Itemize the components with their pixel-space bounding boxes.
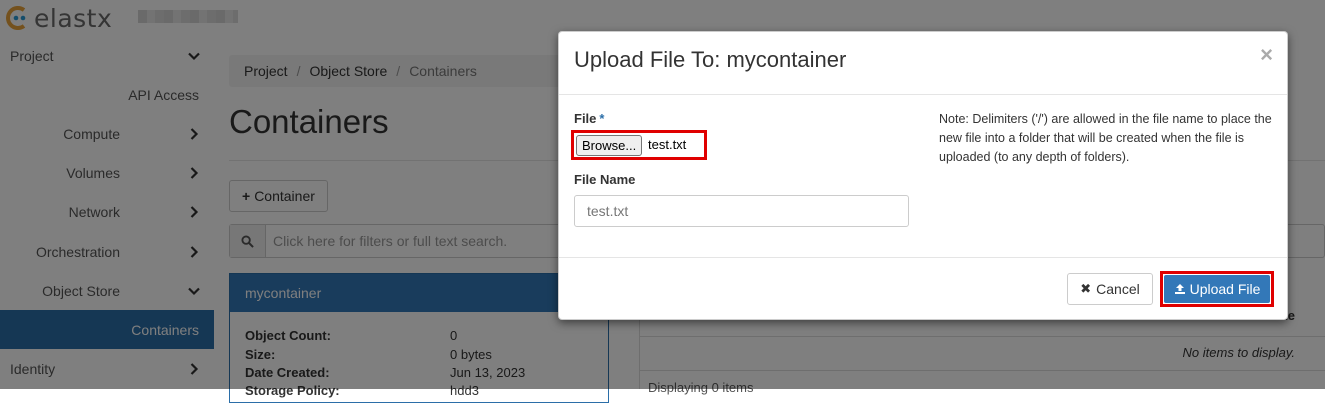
file-label-text: File: [574, 111, 597, 126]
upload-label: Upload File: [1189, 281, 1261, 297]
file-name-input[interactable]: test.txt: [574, 195, 909, 227]
close-icon: ✖: [1080, 281, 1092, 296]
chosen-file-name: test.txt: [648, 137, 687, 152]
cancel-button[interactable]: ✖ Cancel: [1067, 273, 1153, 305]
file-name-label: File Name: [574, 172, 636, 187]
upload-button-highlight: Upload File: [1160, 271, 1274, 307]
close-icon[interactable]: ×: [1260, 44, 1273, 66]
upload-icon: [1174, 284, 1185, 294]
file-input-highlight: Browse... test.txt: [571, 130, 707, 160]
upload-file-modal: Upload File To: mycontainer × File * Brow…: [558, 31, 1288, 320]
upload-file-button[interactable]: Upload File: [1164, 275, 1270, 303]
modal-title: Upload File To: mycontainer: [574, 47, 847, 72]
cancel-label: Cancel: [1096, 281, 1140, 297]
file-label: File *: [574, 111, 604, 126]
required-mark: *: [599, 111, 605, 126]
delimiter-note: Note: Delimiters ('/') are allowed in th…: [939, 112, 1272, 164]
modal-header: Upload File To: mycontainer ×: [559, 32, 1287, 95]
browse-button[interactable]: Browse...: [576, 135, 643, 156]
modal-footer: ✖ Cancel Upload File: [559, 257, 1287, 319]
